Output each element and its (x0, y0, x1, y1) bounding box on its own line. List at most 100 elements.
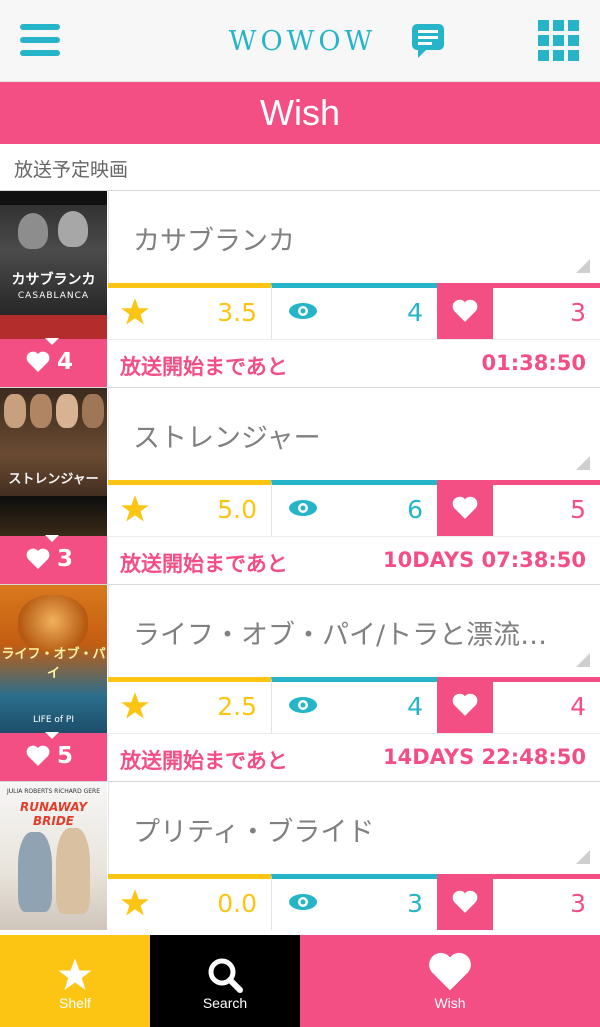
rating-value: 3.5 (217, 298, 257, 327)
countdown-label: 放送開始まであと (120, 355, 288, 379)
heart-icon (452, 496, 478, 519)
movie-poster: カサブランカ CASABLANCA (0, 191, 107, 339)
like-button[interactable] (437, 283, 493, 339)
star-icon (121, 495, 149, 522)
heart-icon (452, 299, 478, 322)
rating-value: 0.0 (217, 889, 257, 918)
star-icon (121, 889, 149, 916)
eye-icon (289, 500, 317, 516)
tab-shelf[interactable]: Shelf (0, 935, 150, 1027)
movie-title-box[interactable]: ライフ・オブ・パイ/トラと漂流… (108, 585, 600, 677)
broadcast-countdown: 放送開始まであと 10DAYS 07:38:50 (108, 536, 600, 584)
likes-value: 3 (570, 298, 586, 327)
corner-indicator-icon (576, 653, 590, 667)
countdown-label: 放送開始まであと (120, 552, 288, 576)
movie-title-box[interactable]: ストレンジャー (108, 388, 600, 480)
page-title: Wish (260, 92, 340, 133)
wish-count-badge: 4 (0, 338, 107, 387)
countdown-time: 01:38:50 (481, 351, 586, 375)
poster-title: ストレンジャー (8, 472, 99, 487)
wish-count-badge: 3 (0, 535, 107, 584)
star-icon (121, 692, 149, 719)
countdown-label: 放送開始まであと (120, 749, 288, 773)
star-icon (58, 958, 92, 990)
rating-stat: 3.5 (108, 283, 271, 339)
movie-title: ライフ・オブ・パイ/トラと漂流… (133, 620, 548, 651)
movie-title-box[interactable]: プリティ・ブライド (108, 782, 600, 874)
tab-search[interactable]: Search (150, 935, 300, 1027)
like-button[interactable] (437, 480, 493, 536)
views-stat: 3 (271, 874, 437, 930)
like-button[interactable] (437, 874, 493, 930)
views-stat: 4 (271, 283, 437, 339)
rating-value: 2.5 (217, 692, 257, 721)
broadcast-countdown: 放送開始まであと 14DAYS 22:48:50 (108, 733, 600, 781)
wish-count-badge: 5 (0, 732, 107, 781)
likes-value: 5 (570, 495, 586, 524)
bottom-tab-bar: Shelf Search Wish (0, 935, 600, 1027)
poster-title: ライフ・オブ・パイ (1, 647, 106, 681)
movie-poster: JULIA ROBERTS RICHARD GERE RUNAWAY BRIDE (0, 782, 107, 930)
app-logo: WOWOW (228, 26, 377, 57)
countdown-time: 10DAYS 07:38:50 (382, 548, 586, 572)
likes-stat[interactable]: 4 (437, 677, 600, 733)
section-title: 放送予定映画 (14, 159, 129, 181)
movie-title: プリティ・ブライド (133, 817, 375, 848)
views-stat: 6 (271, 480, 437, 536)
views-value: 6 (407, 495, 423, 524)
badge-notch (45, 535, 59, 542)
movie-title: ストレンジャー (133, 423, 321, 454)
poster-banner (0, 191, 107, 205)
section-header: 放送予定映画 (0, 144, 600, 190)
poster-figure (30, 394, 52, 428)
menu-icon[interactable] (18, 20, 64, 60)
likes-stat[interactable]: 3 (437, 874, 600, 930)
poster-figure (18, 832, 52, 912)
eye-icon (289, 894, 317, 910)
rating-stat: 0.0 (108, 874, 271, 930)
movie-stats: 3.5 4 3 (108, 283, 600, 339)
star-icon (121, 298, 149, 325)
movie-title-box[interactable]: カサブランカ (108, 191, 600, 283)
tab-wish-label: Wish (434, 995, 466, 1011)
rating-stat: 2.5 (108, 677, 271, 733)
eye-icon (289, 697, 317, 713)
grid-menu-icon[interactable] (538, 20, 580, 62)
movie-stats: 2.5 4 4 (108, 677, 600, 733)
badge-notch (45, 732, 59, 739)
chat-icon[interactable] (410, 22, 446, 60)
poster-title: カサブランカ (11, 272, 96, 288)
poster-figure (18, 213, 48, 249)
movie-card[interactable]: カサブランカ CASABLANCA 4 カサブランカ 3.5 4 3 放送開始ま… (0, 190, 600, 387)
heart-icon (452, 693, 478, 716)
likes-stat[interactable]: 5 (437, 480, 600, 536)
like-button[interactable] (437, 677, 493, 733)
likes-stat[interactable]: 3 (437, 283, 600, 339)
top-bar: WOWOW (0, 0, 600, 82)
poster-figure (56, 394, 78, 428)
movie-card[interactable]: ライフ・オブ・パイ LIFE of PI 5 ライフ・オブ・パイ/トラと漂流… … (0, 584, 600, 781)
poster-figure (56, 828, 90, 914)
poster-title: RUNAWAY BRIDE (19, 800, 88, 828)
rating-stat: 5.0 (108, 480, 271, 536)
movie-card[interactable]: ストレンジャー 3 ストレンジャー 5.0 6 5 放送開始まであと 10DAY… (0, 387, 600, 584)
views-stat: 4 (271, 677, 437, 733)
wish-count: 3 (57, 546, 74, 572)
corner-indicator-icon (576, 850, 590, 864)
likes-value: 3 (570, 889, 586, 918)
movie-stats: 0.0 3 3 (108, 874, 600, 930)
rating-value: 5.0 (217, 495, 257, 524)
poster-footer (0, 315, 107, 339)
likes-value: 4 (570, 692, 586, 721)
poster-figure (82, 394, 104, 428)
heart-icon (26, 351, 50, 372)
tab-shelf-label: Shelf (59, 995, 91, 1011)
heart-icon (452, 890, 478, 913)
poster-footer (0, 496, 107, 536)
movie-card[interactable]: JULIA ROBERTS RICHARD GERE RUNAWAY BRIDE… (0, 781, 600, 935)
wish-count: 4 (57, 349, 74, 375)
heart-icon (26, 745, 50, 766)
tab-wish[interactable]: Wish (300, 935, 600, 1027)
search-icon (208, 958, 243, 993)
movie-stats: 5.0 6 5 (108, 480, 600, 536)
